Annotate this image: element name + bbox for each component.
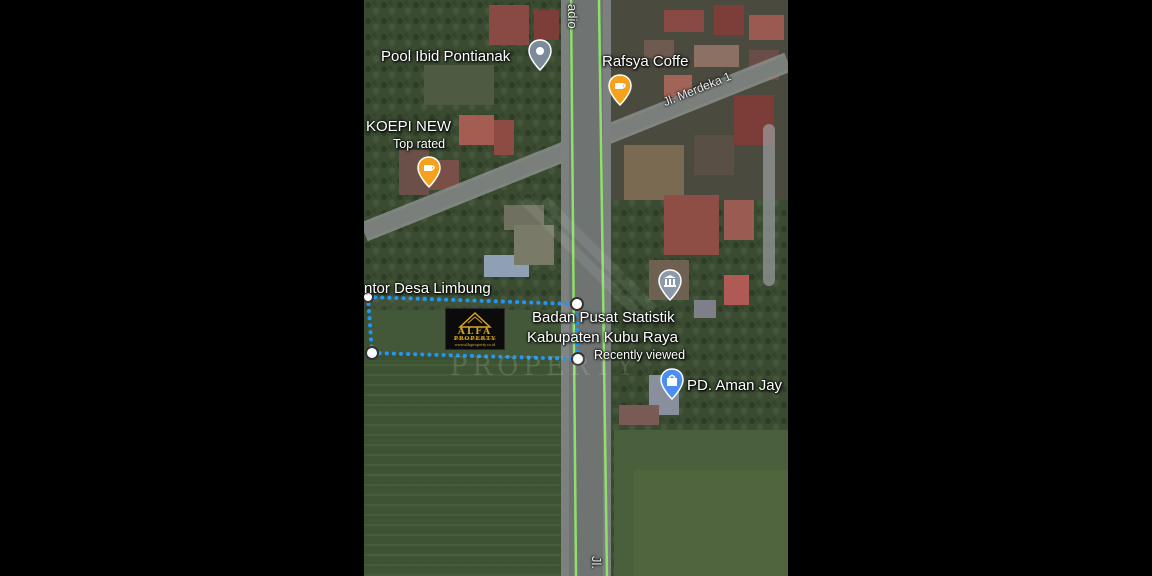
place-label-bps-line2[interactable]: Kabupaten Kubu Raya [527, 329, 678, 346]
measure-vertex-bottom-left[interactable] [365, 346, 379, 360]
cafe-icon[interactable] [606, 73, 634, 109]
museum-icon[interactable] [656, 268, 684, 304]
logo-tagline: PROPERTY [453, 336, 497, 342]
place-label-koepi[interactable]: KOEPI NEW [366, 118, 451, 135]
alfa-property-logo: ALFA PROPERTY www.alfaproperty.co.id [445, 308, 505, 350]
place-label-pool-ibid[interactable]: Pool Ibid Pontianak [381, 48, 510, 65]
street-label-top: adio [565, 4, 580, 29]
place-sublabel-bps: Recently viewed [594, 348, 686, 362]
place-label-kantor-desa[interactable]: ntor Desa Limbung [364, 280, 491, 297]
street-label-bottom: Jl. [589, 556, 604, 569]
shopping-bag-icon[interactable] [658, 367, 686, 403]
place-label-aman-jaya[interactable]: PD. Aman Jay [687, 377, 782, 394]
place-label-rafsya[interactable]: Rafsya Coffe [602, 53, 688, 70]
cafe-icon[interactable] [415, 155, 443, 191]
place-sublabel-koepi: Top rated [393, 137, 446, 151]
satellite-map[interactable]: PROPERTY ALFA PROPERTY www.alfaproperty.… [364, 0, 788, 576]
map-pin-icon[interactable] [526, 38, 554, 74]
logo-url: www.alfaproperty.co.id [454, 343, 496, 347]
place-label-bps-line1[interactable]: Badan Pusat Statistik [532, 309, 675, 326]
